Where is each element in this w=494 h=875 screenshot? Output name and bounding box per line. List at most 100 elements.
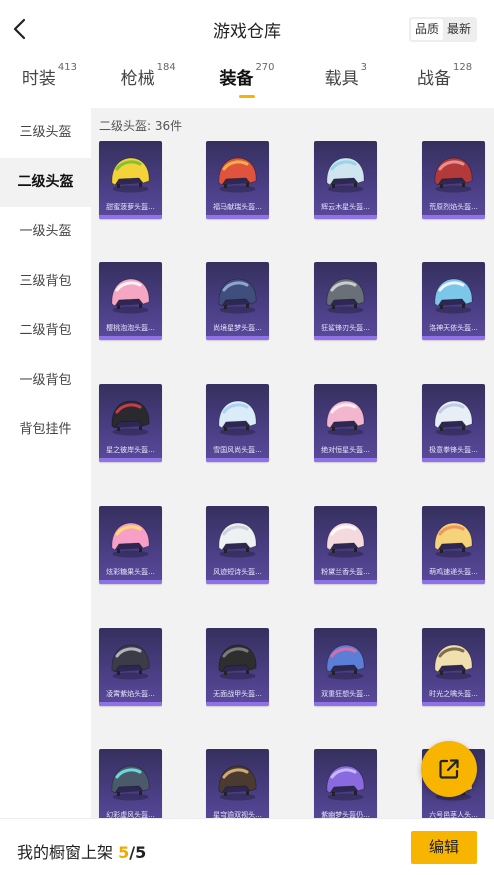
header: 游戏仓库 品质 最新	[0, 0, 494, 58]
helmet-icon	[434, 400, 473, 436]
item-card[interactable]: 荒原烈焰头盔...	[422, 141, 485, 219]
subcategory-sidebar: 三级头盔 二级头盔 一级头盔 三级背包 二级背包 一级背包 背包挂件	[0, 108, 91, 818]
item-name: 萌鸡速递头盔...	[429, 568, 478, 576]
item-name: 福马献瑞头盔...	[213, 203, 262, 211]
item-card[interactable]: 狂鲨锋刃头盔...	[314, 262, 377, 340]
item-name: 幻彩虚风头盔...	[106, 811, 155, 818]
helmet-icon	[326, 278, 365, 314]
sidebar-item-backpack-pendant[interactable]: 背包挂件	[0, 405, 91, 455]
helmet-icon	[326, 522, 365, 558]
category-tabs: 时装413 枪械184 装备270 载具3 战备128	[0, 62, 494, 104]
item-card[interactable]: 星之彼岸头盔...	[99, 384, 162, 462]
tab-label: 时装	[21, 69, 56, 89]
tab-indicator	[238, 95, 255, 98]
item-name: 极意拳锋头盔...	[429, 446, 478, 454]
edit-button[interactable]: 编辑	[411, 831, 477, 864]
helmet-icon	[111, 765, 150, 801]
item-card[interactable]: 炫彩糖果头盔...	[99, 506, 162, 584]
item-name: 洛神天依头盔...	[429, 324, 478, 332]
helmet-icon	[434, 644, 473, 680]
helmet-icon	[434, 522, 473, 558]
item-card[interactable]: 时光之噙头盔...	[422, 628, 485, 706]
item-name: 时光之噙头盔...	[429, 690, 478, 698]
item-card[interactable]: 风迹短诗头盔...	[206, 506, 269, 584]
item-name: 狂鲨锋刃头盔...	[321, 324, 370, 332]
item-card[interactable]: 幻彩虚风头盔...	[99, 749, 162, 818]
tab-label: 枪械	[120, 69, 155, 89]
sidebar-item-level3-backpack[interactable]: 三级背包	[0, 257, 91, 307]
helmet-icon	[218, 644, 257, 680]
helmet-icon	[326, 157, 365, 193]
item-card[interactable]: 无面战甲头盔...	[206, 628, 269, 706]
item-name: 辉云木星头盔...	[321, 203, 370, 211]
share-button[interactable]	[421, 741, 477, 797]
item-name: 绝对恒星头盔...	[321, 446, 370, 454]
tab-count: 270	[255, 62, 275, 73]
tab-weapons[interactable]: 枪械184	[99, 62, 198, 104]
item-name: 粉黛兰香头盔...	[321, 568, 370, 576]
item-card[interactable]: 绝对恒星头盔...	[314, 384, 377, 462]
showcase-current-count: 5	[118, 843, 130, 862]
showcase-status: 我的橱窗上架 5/5	[17, 839, 146, 863]
helmet-icon	[218, 522, 257, 558]
item-name: 荒原烈焰头盔...	[429, 203, 478, 211]
tab-vehicles[interactable]: 载具3	[296, 62, 395, 104]
helmet-icon	[111, 278, 150, 314]
showcase-total-count: 5	[135, 843, 147, 862]
item-card[interactable]: 极意拳锋头盔...	[422, 384, 485, 462]
sort-toggle: 品质 最新	[408, 17, 477, 42]
tab-label: 装备	[219, 69, 254, 89]
item-card[interactable]: 萌鸡速递头盔...	[422, 506, 485, 584]
item-name: 凌霄紫焰头盔...	[106, 690, 155, 698]
item-name: 星穹逾双视头...	[213, 811, 262, 818]
item-card[interactable]: 尚境星梦头盔...	[206, 262, 269, 340]
item-name: 紫幽梦头盔仍...	[321, 811, 370, 818]
item-card[interactable]: 甜蜜菠萝头盔...	[99, 141, 162, 219]
helmet-icon	[218, 157, 257, 193]
tab-label: 载具	[324, 69, 359, 89]
section-label: 二级头盔: 36件	[99, 119, 183, 133]
sidebar-item-level1-backpack[interactable]: 一级背包	[0, 356, 91, 406]
item-card[interactable]: 粉黛兰香头盔...	[314, 506, 377, 584]
helmet-icon	[111, 644, 150, 680]
sort-newest-button[interactable]: 最新	[443, 19, 475, 40]
helmet-icon	[434, 278, 473, 314]
item-card[interactable]: 双重狂想头盔...	[314, 628, 377, 706]
helmet-icon	[434, 157, 473, 193]
item-card[interactable]: 雪国风尚头盔...	[206, 384, 269, 462]
warehouse-page: 游戏仓库 品质 最新 时装413 枪械184 装备270 载具3 战备128 三…	[0, 0, 494, 875]
item-card[interactable]: 凌霄紫焰头盔...	[99, 628, 162, 706]
item-name: 雪国风尚头盔...	[213, 446, 262, 454]
helmet-icon	[111, 157, 150, 193]
tab-count: 3	[360, 62, 367, 73]
item-card[interactable]: 洛神天依头盔...	[422, 262, 485, 340]
sidebar-item-level1-helmet[interactable]: 一级头盔	[0, 207, 91, 257]
item-card[interactable]: 福马献瑞头盔...	[206, 141, 269, 219]
item-card[interactable]: 星穹逾双视头...	[206, 749, 269, 818]
sidebar-item-level3-helmet[interactable]: 三级头盔	[0, 108, 91, 158]
item-card[interactable]: 紫幽梦头盔仍...	[314, 749, 377, 818]
tab-count: 184	[156, 62, 176, 73]
helmet-icon	[326, 765, 365, 801]
tab-supplies[interactable]: 战备128	[395, 62, 494, 104]
helmet-icon	[326, 400, 365, 436]
item-name: 无面战甲头盔...	[213, 690, 262, 698]
helmet-icon	[218, 765, 257, 801]
tab-equipment[interactable]: 装备270	[198, 62, 297, 104]
showcase-label: 我的橱窗上架	[17, 843, 114, 862]
tab-count: 413	[57, 62, 77, 73]
helmet-icon	[218, 278, 257, 314]
sidebar-item-level2-helmet[interactable]: 二级头盔	[0, 157, 91, 207]
tab-fashion[interactable]: 时装413	[0, 62, 99, 104]
tab-count: 128	[453, 62, 473, 73]
helmet-icon	[326, 644, 365, 680]
helmet-icon	[111, 400, 150, 436]
item-name: 炫彩糖果头盔...	[106, 568, 155, 576]
item-name: 星之彼岸头盔...	[106, 446, 155, 454]
sort-quality-button[interactable]: 品质	[410, 19, 443, 40]
item-card[interactable]: 辉云木星头盔...	[314, 141, 377, 219]
item-card[interactable]: 樱桃泡泡头盔...	[99, 262, 162, 340]
item-name: 双重狂想头盔...	[321, 690, 370, 698]
sidebar-item-level2-backpack[interactable]: 二级背包	[0, 306, 91, 356]
helmet-icon	[218, 400, 257, 436]
